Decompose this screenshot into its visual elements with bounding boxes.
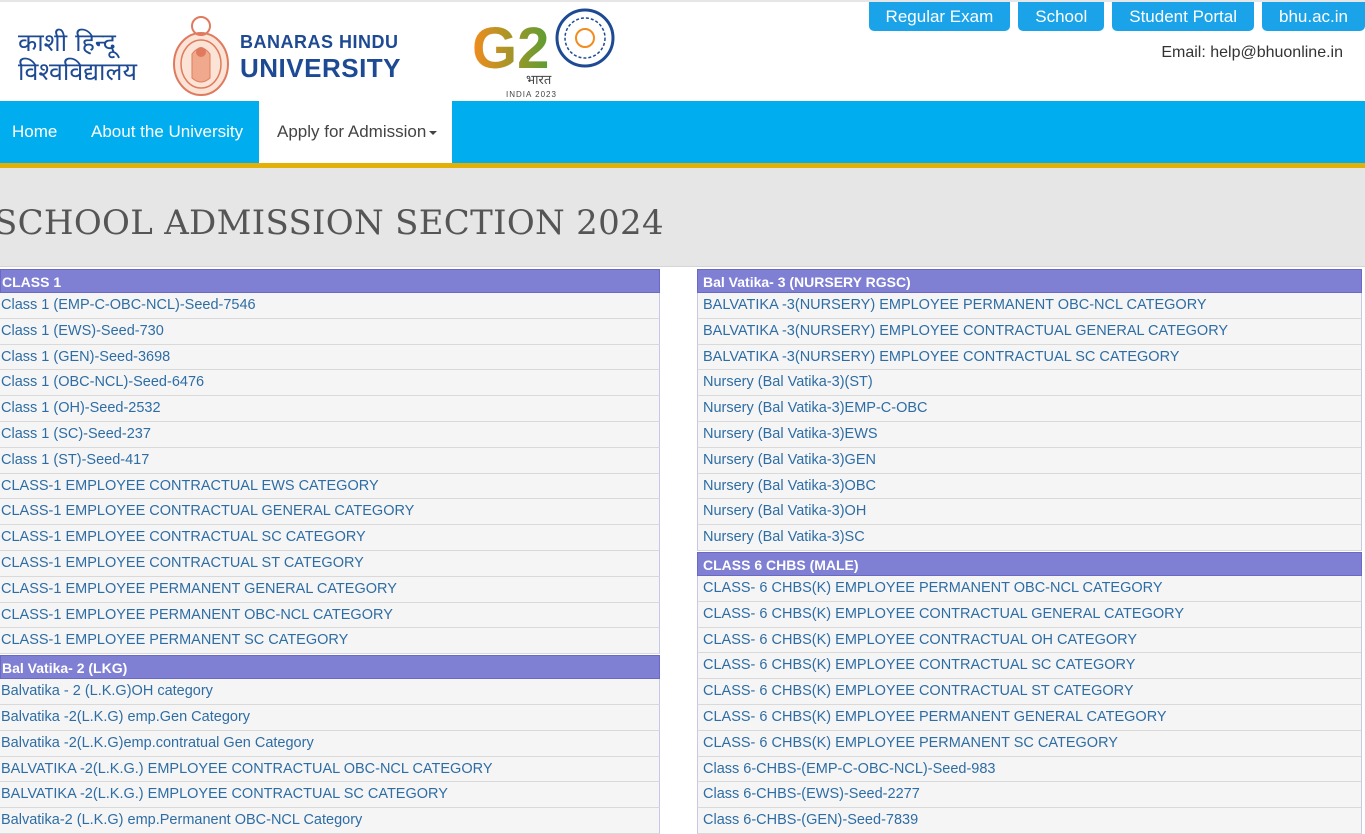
admission-link[interactable]: BALVATIKA -3(NURSERY) EMPLOYEE CONTRACTU… — [697, 344, 1362, 371]
admission-link[interactable]: Nursery (Bal Vatika-3)(ST) — [697, 370, 1362, 397]
top-links: Regular Exam School Student Portal bhu.a… — [868, 2, 1365, 31]
admission-link[interactable]: CLASS-1 EMPLOYEE CONTRACTUAL GENERAL CAT… — [0, 499, 660, 526]
admission-link[interactable]: Class 1 (EWS)-Seed-730 — [0, 318, 660, 345]
admission-link[interactable]: Class 6-CHBS-(GEN)-Seed-7839 — [697, 808, 1362, 834]
svg-text:G2: G2 — [472, 16, 549, 81]
bhu-logo[interactable]: काशी हिन्दू विश्वविद्यालय BANARAS HINDU … — [14, 10, 401, 100]
admission-link[interactable]: Balvatika - 2 (L.K.G)OH category — [0, 679, 660, 705]
admission-link[interactable]: CLASS- 6 CHBS(K) EMPLOYEE PERMANENT GENE… — [697, 704, 1362, 731]
admission-link[interactable]: Class 1 (SC)-Seed-237 — [0, 421, 660, 448]
logo-hindi-text: काशी हिन्दू विश्वविद्यालय — [18, 28, 137, 86]
admission-link[interactable]: Class 6-CHBS-(EWS)-Seed-2277 — [697, 782, 1362, 809]
admission-link[interactable]: Class 1 (GEN)-Seed-3698 — [0, 344, 660, 371]
admission-link[interactable]: Balvatika -2(L.K.G)emp.contratual Gen Ca… — [0, 730, 660, 757]
section-header-bal-vatika-2: Bal Vatika- 2 (LKG) — [0, 655, 660, 680]
nav-home[interactable]: Home — [12, 101, 57, 163]
admission-link[interactable]: Class 1 (OBC-NCL)-Seed-6476 — [0, 370, 660, 397]
student-portal-link[interactable]: Student Portal — [1112, 2, 1254, 31]
admission-link[interactable]: Nursery (Bal Vatika-3)EWS — [697, 421, 1362, 448]
admission-link[interactable]: CLASS-1 EMPLOYEE PERMANENT OBC-NCL CATEG… — [0, 602, 660, 629]
page-title: SCHOOL ADMISSION SECTION 2024 — [0, 203, 664, 243]
admission-link[interactable]: Class 1 (EMP-C-OBC-NCL)-Seed-7546 — [0, 293, 660, 319]
site-header: काशी हिन्दू विश्वविद्यालय BANARAS HINDU … — [0, 0, 1365, 101]
admission-link[interactable]: CLASS- 6 CHBS(K) EMPLOYEE CONTRACTUAL SC… — [697, 653, 1362, 680]
admission-link[interactable]: BALVATIKA -2(L.K.G.) EMPLOYEE CONTRACTUA… — [0, 782, 660, 809]
admission-link[interactable]: Nursery (Bal Vatika-3)OBC — [697, 473, 1362, 500]
nav-apply-for-admission[interactable]: Apply for Admission — [259, 101, 452, 163]
support-email: Email: help@bhuonline.in — [1161, 44, 1343, 61]
admission-link[interactable]: Class 1 (OH)-Seed-2532 — [0, 396, 660, 422]
admission-link[interactable]: Balvatika-2 (L.K.G) emp.Permanent OBC-NC… — [0, 808, 660, 834]
admission-link[interactable]: CLASS- 6 CHBS(K) EMPLOYEE CONTRACTUAL OH… — [697, 627, 1362, 654]
dropdown-caret-icon — [429, 130, 438, 135]
bhu-website-link[interactable]: bhu.ac.in — [1262, 2, 1365, 31]
left-admission-column: CLASS 1 Class 1 (EMP-C-OBC-NCL)-Seed-754… — [0, 268, 660, 834]
section-header-class-1: CLASS 1 — [0, 269, 660, 293]
admission-link[interactable]: Class 1 (ST)-Seed-417 — [0, 447, 660, 474]
logo-english-text: BANARAS HINDU UNIVERSITY — [240, 32, 402, 83]
admission-link[interactable]: Class 6-CHBS-(EMP-C-OBC-NCL)-Seed-983 — [697, 756, 1362, 783]
admission-link[interactable]: CLASS- 6 CHBS(K) EMPLOYEE PERMANENT OBC-… — [697, 575, 1362, 602]
admission-link[interactable]: CLASS- 6 CHBS(K) EMPLOYEE CONTRACTUAL ST… — [697, 679, 1362, 705]
g20-emblem-icon: G2 भारत INDIA 2023 — [472, 8, 615, 99]
school-link[interactable]: School — [1018, 2, 1105, 31]
right-admission-column: Bal Vatika- 3 (NURSERY RGSC) BALVATIKA -… — [697, 268, 1362, 834]
admission-link[interactable]: Nursery (Bal Vatika-3)SC — [697, 525, 1362, 551]
admission-link[interactable]: Nursery (Bal Vatika-3)OH — [697, 499, 1362, 526]
main-nav: Home About the University Apply for Admi… — [0, 101, 1365, 168]
admission-link[interactable]: CLASS-1 EMPLOYEE CONTRACTUAL SC CATEGORY — [0, 525, 660, 551]
svg-text:INDIA 2023: INDIA 2023 — [506, 90, 557, 99]
regular-exam-link[interactable]: Regular Exam — [868, 2, 1011, 31]
nav-about-university[interactable]: About the University — [91, 101, 243, 163]
section-header-class-6-chbs: CLASS 6 CHBS (MALE) — [697, 551, 1362, 576]
admission-link[interactable]: BALVATIKA -3(NURSERY) EMPLOYEE CONTRACTU… — [697, 318, 1362, 345]
admission-link[interactable]: Nursery (Bal Vatika-3)GEN — [697, 447, 1362, 474]
admission-link[interactable]: BALVATIKA -2(L.K.G.) EMPLOYEE CONTRACTUA… — [0, 756, 660, 783]
g20-logo: G2 भारत INDIA 2023 — [470, 6, 620, 100]
admission-link[interactable]: CLASS- 6 CHBS(K) EMPLOYEE PERMANENT SC C… — [697, 730, 1362, 757]
svg-text:भारत: भारत — [526, 73, 552, 88]
admission-link[interactable]: CLASS-1 EMPLOYEE PERMANENT SC CATEGORY — [0, 628, 660, 655]
admission-link[interactable]: BALVATIKA -3(NURSERY) EMPLOYEE PERMANENT… — [697, 293, 1362, 319]
admission-link[interactable]: Balvatika -2(L.K.G) emp.Gen Category — [0, 704, 660, 731]
page-title-banner: SCHOOL ADMISSION SECTION 2024 — [0, 168, 1365, 267]
admission-link[interactable]: CLASS- 6 CHBS(K) EMPLOYEE CONTRACTUAL GE… — [697, 601, 1362, 628]
admission-link[interactable]: CLASS-1 EMPLOYEE CONTRACTUAL ST CATEGORY — [0, 550, 660, 577]
university-seal-icon — [173, 16, 229, 96]
admission-link[interactable]: CLASS-1 EMPLOYEE PERMANENT GENERAL CATEG… — [0, 576, 660, 603]
admission-link[interactable]: Nursery (Bal Vatika-3)EMP-C-OBC — [697, 396, 1362, 422]
section-header-bal-vatika-3: Bal Vatika- 3 (NURSERY RGSC) — [697, 269, 1362, 293]
admission-link[interactable]: CLASS-1 EMPLOYEE CONTRACTUAL EWS CATEGOR… — [0, 473, 660, 500]
nav-apply-label: Apply for Admission — [277, 122, 427, 141]
